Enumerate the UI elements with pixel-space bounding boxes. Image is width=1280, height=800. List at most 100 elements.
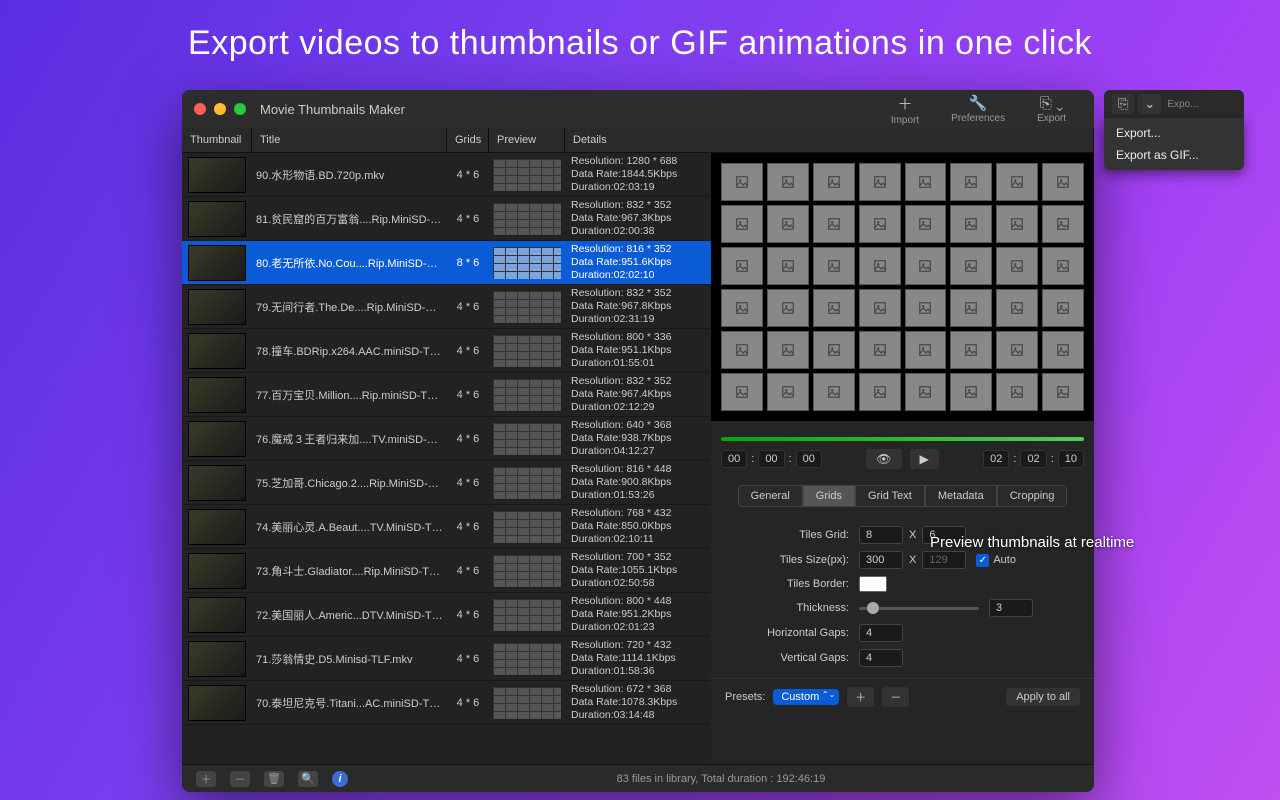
overlay-caption: Preview thumbnails at realtime (930, 534, 1134, 551)
presets-select[interactable]: Custom (773, 689, 839, 705)
preset-remove-button[interactable]: － (882, 687, 909, 707)
table-row[interactable]: 70.泰坦尼克号.Titani...AC.miniSD-TLF.mkv4 * 6… (182, 681, 711, 725)
border-color-swatch[interactable] (859, 576, 887, 592)
start-time[interactable]: 00: 00: 00 (721, 450, 822, 468)
start-hh[interactable]: 00 (721, 450, 747, 468)
row-grids: 4 * 6 (447, 433, 489, 445)
plus-icon: ＋ (897, 93, 912, 114)
image-icon (735, 301, 749, 315)
grid-cell (859, 247, 901, 285)
tiles-size-x-input[interactable] (859, 551, 903, 569)
close-icon[interactable] (194, 103, 206, 115)
timeline-slider[interactable] (721, 437, 1084, 441)
image-icon (918, 217, 932, 231)
table-row[interactable]: 76.魔戒３王者归来加....TV.miniSD-TLF.mkv4 * 6Res… (182, 417, 711, 461)
tab-general[interactable]: General (738, 485, 803, 507)
table-row[interactable]: 80.老无所依.No.Cou....Rip.MiniSD-TLF.mkv8 * … (182, 241, 711, 285)
grid-cell (721, 373, 763, 411)
tiles-grid-x-input[interactable] (859, 526, 903, 544)
row-details: Resolution: 720 * 432Data Rate:1114.1Kbp… (565, 637, 711, 680)
footer-bar: ＋ － 🗑 🔍 i 83 files in library, Total dur… (182, 764, 1094, 792)
preset-add-button[interactable]: ＋ (847, 687, 874, 707)
image-icon (1010, 217, 1024, 231)
image-icon (1010, 343, 1024, 357)
row-grids: 4 * 6 (447, 477, 489, 489)
table-row[interactable]: 77.百万宝贝.Million....Rip.miniSD-TLF.mkv4 *… (182, 373, 711, 417)
image-icon (735, 217, 749, 231)
row-grids: 4 * 6 (447, 389, 489, 401)
col-grids[interactable]: Grids (447, 128, 489, 152)
info-icon[interactable]: i (332, 771, 348, 787)
table-row[interactable]: 81.贫民窟的百万富翁....Rip.MiniSD-TLF.mkv4 * 6Re… (182, 197, 711, 241)
row-title: 71.莎翁情史.D5.Minisd-TLF.mkv (252, 651, 447, 667)
col-details[interactable]: Details (565, 128, 1094, 152)
trash-icon[interactable]: 🗑 (264, 771, 284, 787)
export-button[interactable]: ⎘ ⌄ Export (1021, 95, 1082, 124)
search-icon[interactable]: 🔍 (298, 771, 318, 787)
image-icon (781, 343, 795, 357)
import-button[interactable]: ＋ Import (875, 93, 935, 126)
eye-icon[interactable]: 👁 (866, 449, 901, 469)
apply-all-button[interactable]: Apply to all (1006, 688, 1080, 706)
table-row[interactable]: 90.水形物语.BD.720p.mkv4 * 6Resolution: 1280… (182, 153, 711, 197)
tab-cropping[interactable]: Cropping (997, 485, 1068, 507)
table-row[interactable]: 71.莎翁情史.D5.Minisd-TLF.mkv4 * 6Resolution… (182, 637, 711, 681)
titlebar: Movie Thumbnails Maker ＋ Import 🔧 Prefer… (182, 90, 1094, 128)
row-preview (489, 463, 565, 503)
grid-cell (905, 163, 947, 201)
image-icon (735, 343, 749, 357)
preferences-button[interactable]: 🔧 Preferences (935, 94, 1021, 124)
row-thumbnail (182, 461, 252, 505)
remove-button[interactable]: － (230, 771, 250, 787)
thickness-label: Thickness: (731, 602, 849, 614)
row-title: 72.美国丽人.Americ...DTV.MiniSD-TLF.mkv (252, 607, 447, 623)
table-row[interactable]: 72.美国丽人.Americ...DTV.MiniSD-TLF.mkv4 * 6… (182, 593, 711, 637)
col-title[interactable]: Title (252, 128, 447, 152)
end-time[interactable]: 02: 02: 10 (983, 450, 1084, 468)
vgaps-label: Vertical Gaps: (731, 652, 849, 664)
grid-cell (950, 331, 992, 369)
play-icon[interactable]: ▶ (910, 449, 939, 469)
image-icon (873, 301, 887, 315)
image-icon (1056, 343, 1070, 357)
end-mm[interactable]: 02 (1020, 450, 1046, 468)
row-grids: 4 * 6 (447, 345, 489, 357)
minimize-icon[interactable] (214, 103, 226, 115)
tiles-size-y-input[interactable] (922, 551, 966, 569)
table-row[interactable]: 73.角斗士.Gladiator....Rip.MiniSD-TLF.mkv4 … (182, 549, 711, 593)
chevron-down-icon[interactable]: ⌄ (1138, 94, 1161, 114)
image-icon (918, 385, 932, 399)
end-hh[interactable]: 02 (983, 450, 1009, 468)
row-preview (489, 375, 565, 415)
tab-metadata[interactable]: Metadata (925, 485, 997, 507)
menu-export-gif[interactable]: Export as GIF... (1104, 144, 1244, 166)
export-label: Export (1037, 113, 1066, 124)
row-title: 75.芝加哥.Chicago.2....Rip.MiniSD-TLF.mkv (252, 475, 447, 491)
table-row[interactable]: 79.无间行者.The.De....Rip.MiniSD-TLF.mkv4 * … (182, 285, 711, 329)
vgaps-input[interactable] (859, 649, 903, 667)
end-ss[interactable]: 10 (1058, 450, 1084, 468)
table-row[interactable]: 74.美丽心灵.A.Beaut....TV.MiniSD-TLF.mkv4 * … (182, 505, 711, 549)
table-row[interactable]: 75.芝加哥.Chicago.2....Rip.MiniSD-TLF.mkv4 … (182, 461, 711, 505)
zoom-icon[interactable] (234, 103, 246, 115)
grid-cell (1042, 331, 1084, 369)
tab-grid-text[interactable]: Grid Text (855, 485, 925, 507)
table-row[interactable]: 78.撞车.BDRip.x264.AAC.miniSD-TLF.mkv4 * 6… (182, 329, 711, 373)
video-list[interactable]: 90.水形物语.BD.720p.mkv4 * 6Resolution: 1280… (182, 153, 711, 764)
hgaps-input[interactable] (859, 624, 903, 642)
start-ss[interactable]: 00 (796, 450, 822, 468)
auto-checkbox[interactable]: ✓ (976, 554, 989, 567)
export-icon[interactable]: ⎘ (1112, 94, 1134, 114)
row-details: Resolution: 832 * 352Data Rate:967.8Kbps… (565, 285, 711, 328)
grid-cell (813, 163, 855, 201)
thickness-input[interactable] (989, 599, 1033, 617)
menu-export[interactable]: Export... (1104, 122, 1244, 144)
tiles-border-label: Tiles Border: (731, 578, 849, 590)
thickness-slider[interactable] (859, 607, 979, 610)
row-details: Resolution: 672 * 368Data Rate:1078.3Kbp… (565, 681, 711, 724)
add-button[interactable]: ＋ (196, 771, 216, 787)
col-thumbnail[interactable]: Thumbnail (182, 128, 252, 152)
tab-grids[interactable]: Grids (803, 485, 855, 507)
start-mm[interactable]: 00 (758, 450, 784, 468)
col-preview[interactable]: Preview (489, 128, 565, 152)
